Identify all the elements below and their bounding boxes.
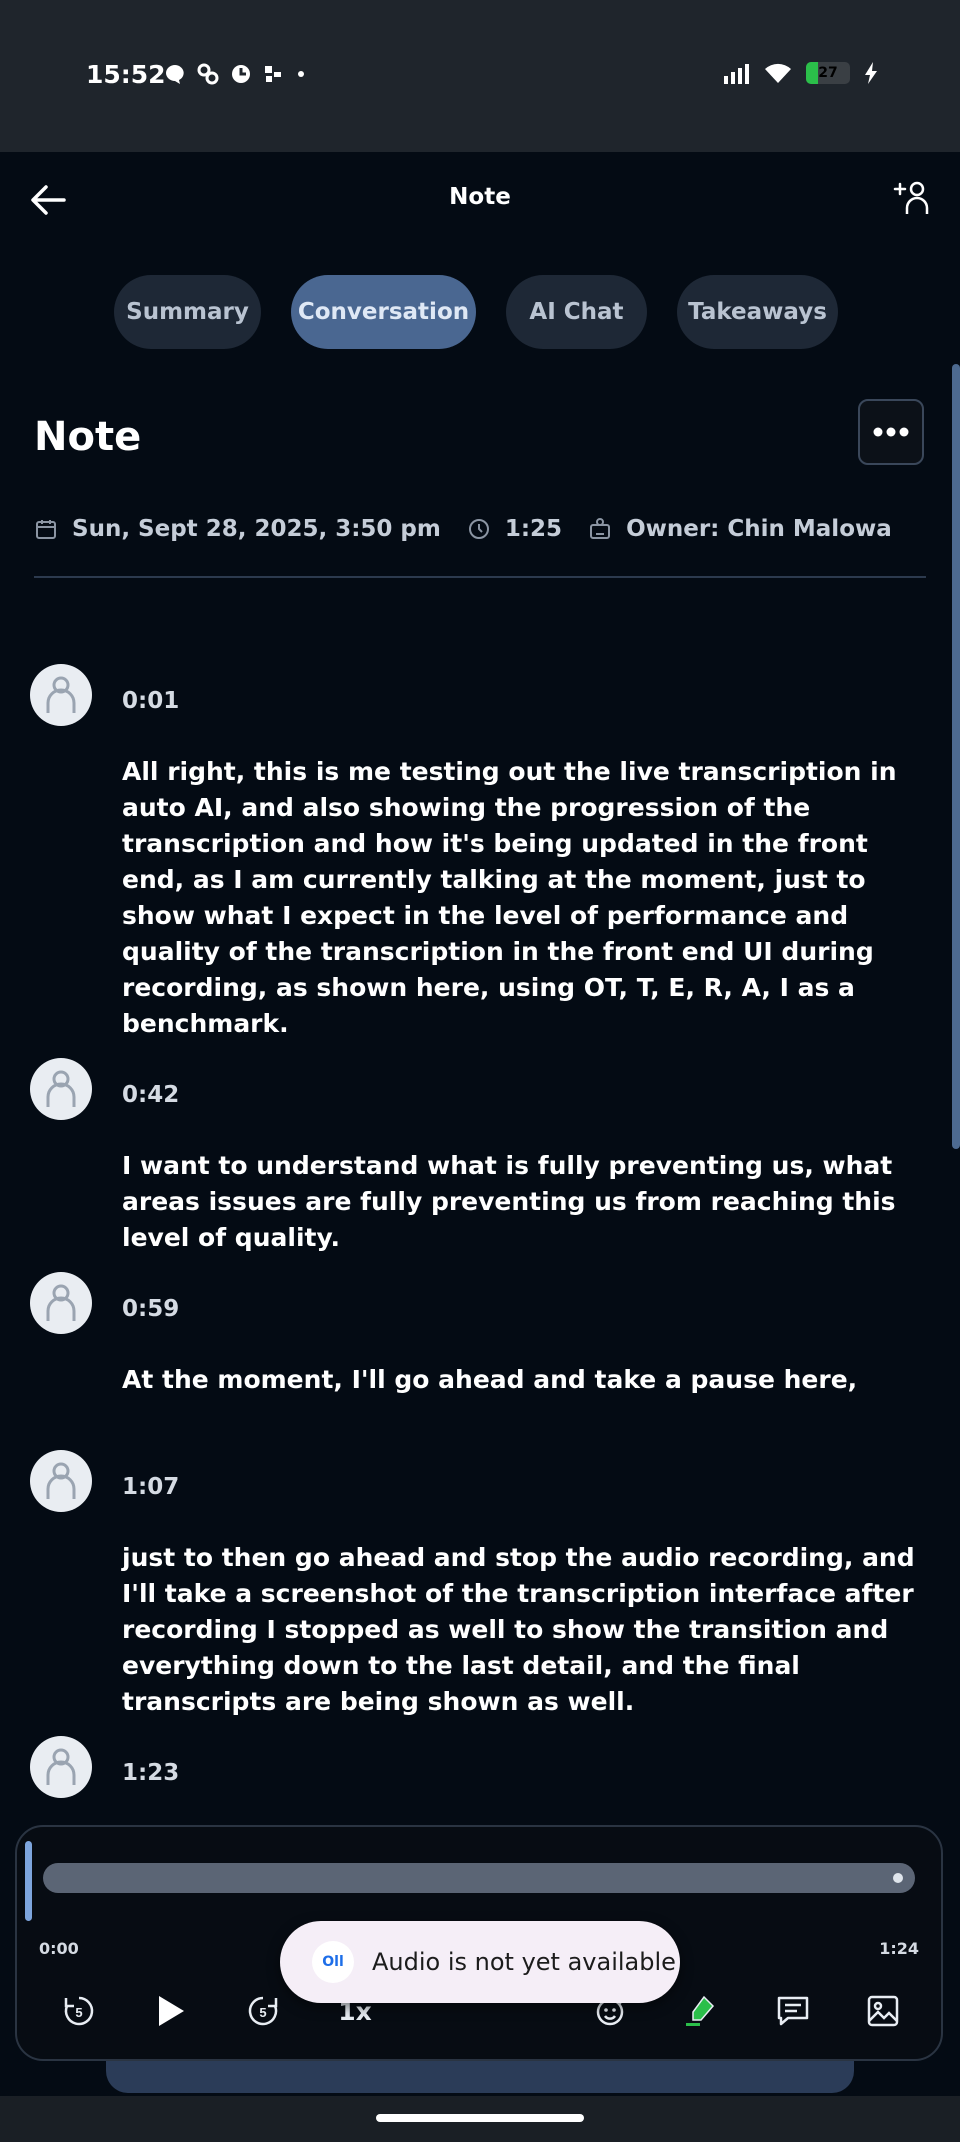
comment-icon: [777, 1996, 809, 2026]
highlight-button[interactable]: [677, 1987, 725, 2035]
note-date: Sun, Sept 28, 2025, 3:50 pm: [72, 516, 441, 542]
avatar[interactable]: [30, 1272, 92, 1334]
toast-notification: Oll Audio is not yet available: [280, 1921, 680, 2003]
dot-icon: [298, 71, 304, 77]
svg-text:5: 5: [259, 2005, 266, 2020]
highlighter-icon: [686, 1995, 715, 2026]
tab-bar: Summary Conversation AI Chat Takeaways: [0, 275, 960, 349]
comment-button[interactable]: [769, 1987, 817, 2035]
transcript-text: All right, this is me testing out the li…: [122, 757, 897, 1038]
signal-icon: [724, 64, 749, 84]
calendar-icon: [36, 520, 56, 539]
more-options-button[interactable]: [858, 399, 924, 465]
wifi-icon: [765, 63, 791, 83]
avatar[interactable]: [30, 1058, 92, 1120]
tab-conversation[interactable]: Conversation: [291, 275, 476, 349]
timestamp[interactable]: 0:01: [122, 688, 179, 714]
toast-message: Audio is not yet available: [372, 1948, 676, 1976]
clock-icon: [468, 519, 489, 539]
person-icon: [46, 1748, 76, 1785]
owner-badge-icon: [590, 518, 611, 539]
rewind-5-icon: 5: [64, 1996, 94, 2026]
forward-5-button[interactable]: 5: [239, 1987, 287, 2035]
person-icon: [46, 676, 76, 713]
drag-handle[interactable]: [25, 1841, 32, 1921]
chat-bubble-icon: [166, 65, 184, 84]
forward-5-icon: 5: [248, 1996, 278, 2026]
add-person-icon[interactable]: [892, 178, 932, 218]
seek-bar[interactable]: [43, 1863, 915, 1893]
status-time: 15:52: [86, 60, 166, 89]
app-logo-icon: Oll: [312, 1941, 354, 1983]
battery-icon: 27: [806, 62, 850, 84]
note-owner: Owner: Chin Malowa: [626, 516, 892, 542]
avatar[interactable]: [30, 664, 92, 726]
rewind-5-button[interactable]: 5: [55, 1987, 103, 2035]
tab-ai-chat[interactable]: AI Chat: [506, 275, 647, 349]
clock-badge-icon: [232, 65, 250, 83]
transcript-text: At the moment, I'll go ahead and take a …: [122, 1365, 858, 1394]
timestamp[interactable]: 0:59: [122, 1296, 179, 1322]
top-bar: Note: [0, 152, 960, 248]
image-button[interactable]: [859, 1987, 907, 2035]
timestamp[interactable]: 0:42: [122, 1082, 179, 1108]
play-button[interactable]: [147, 1987, 195, 2035]
avatar[interactable]: [30, 1450, 92, 1512]
bottom-sheet-edge: [106, 2061, 854, 2093]
notification-icons: [164, 62, 308, 86]
timestamp[interactable]: 1:23: [122, 1760, 179, 1786]
current-time: 0:00: [39, 1939, 79, 1958]
pinwheel-icon: [265, 66, 281, 82]
transcript-text: I want to understand what is fully preve…: [122, 1151, 896, 1252]
transcript-text: just to then go ahead and stop the audio…: [122, 1543, 915, 1716]
note-title: Note: [34, 414, 142, 460]
avatar[interactable]: [30, 1736, 92, 1798]
note-duration: 1:25: [504, 516, 563, 542]
battery-level: 27: [818, 65, 838, 81]
tab-summary[interactable]: Summary: [114, 275, 261, 349]
person-icon: [46, 1462, 76, 1499]
timestamp[interactable]: 1:07: [122, 1474, 179, 1500]
image-icon: [867, 1995, 899, 2027]
play-icon: [159, 1996, 184, 2026]
home-indicator[interactable]: [376, 2114, 584, 2122]
charging-bolt-icon: [865, 62, 877, 84]
page-title: Note: [449, 184, 511, 210]
more-dots-icon: [873, 427, 909, 437]
tab-takeaways[interactable]: Takeaways: [677, 275, 838, 349]
seek-end-dot: [893, 1873, 903, 1883]
system-icons: 27: [722, 62, 878, 84]
note-meta: Sun, Sept 28, 2025, 3:50 pm 1:25 Owner: …: [34, 516, 892, 542]
person-icon: [46, 1070, 76, 1107]
status-bar: 15:52 27: [0, 0, 960, 152]
total-time: 1:24: [879, 1939, 919, 1958]
link-icon: [197, 63, 219, 85]
person-icon: [46, 1284, 76, 1321]
divider: [34, 576, 926, 578]
scrollbar[interactable]: [952, 364, 960, 1149]
svg-text:5: 5: [75, 2005, 82, 2020]
